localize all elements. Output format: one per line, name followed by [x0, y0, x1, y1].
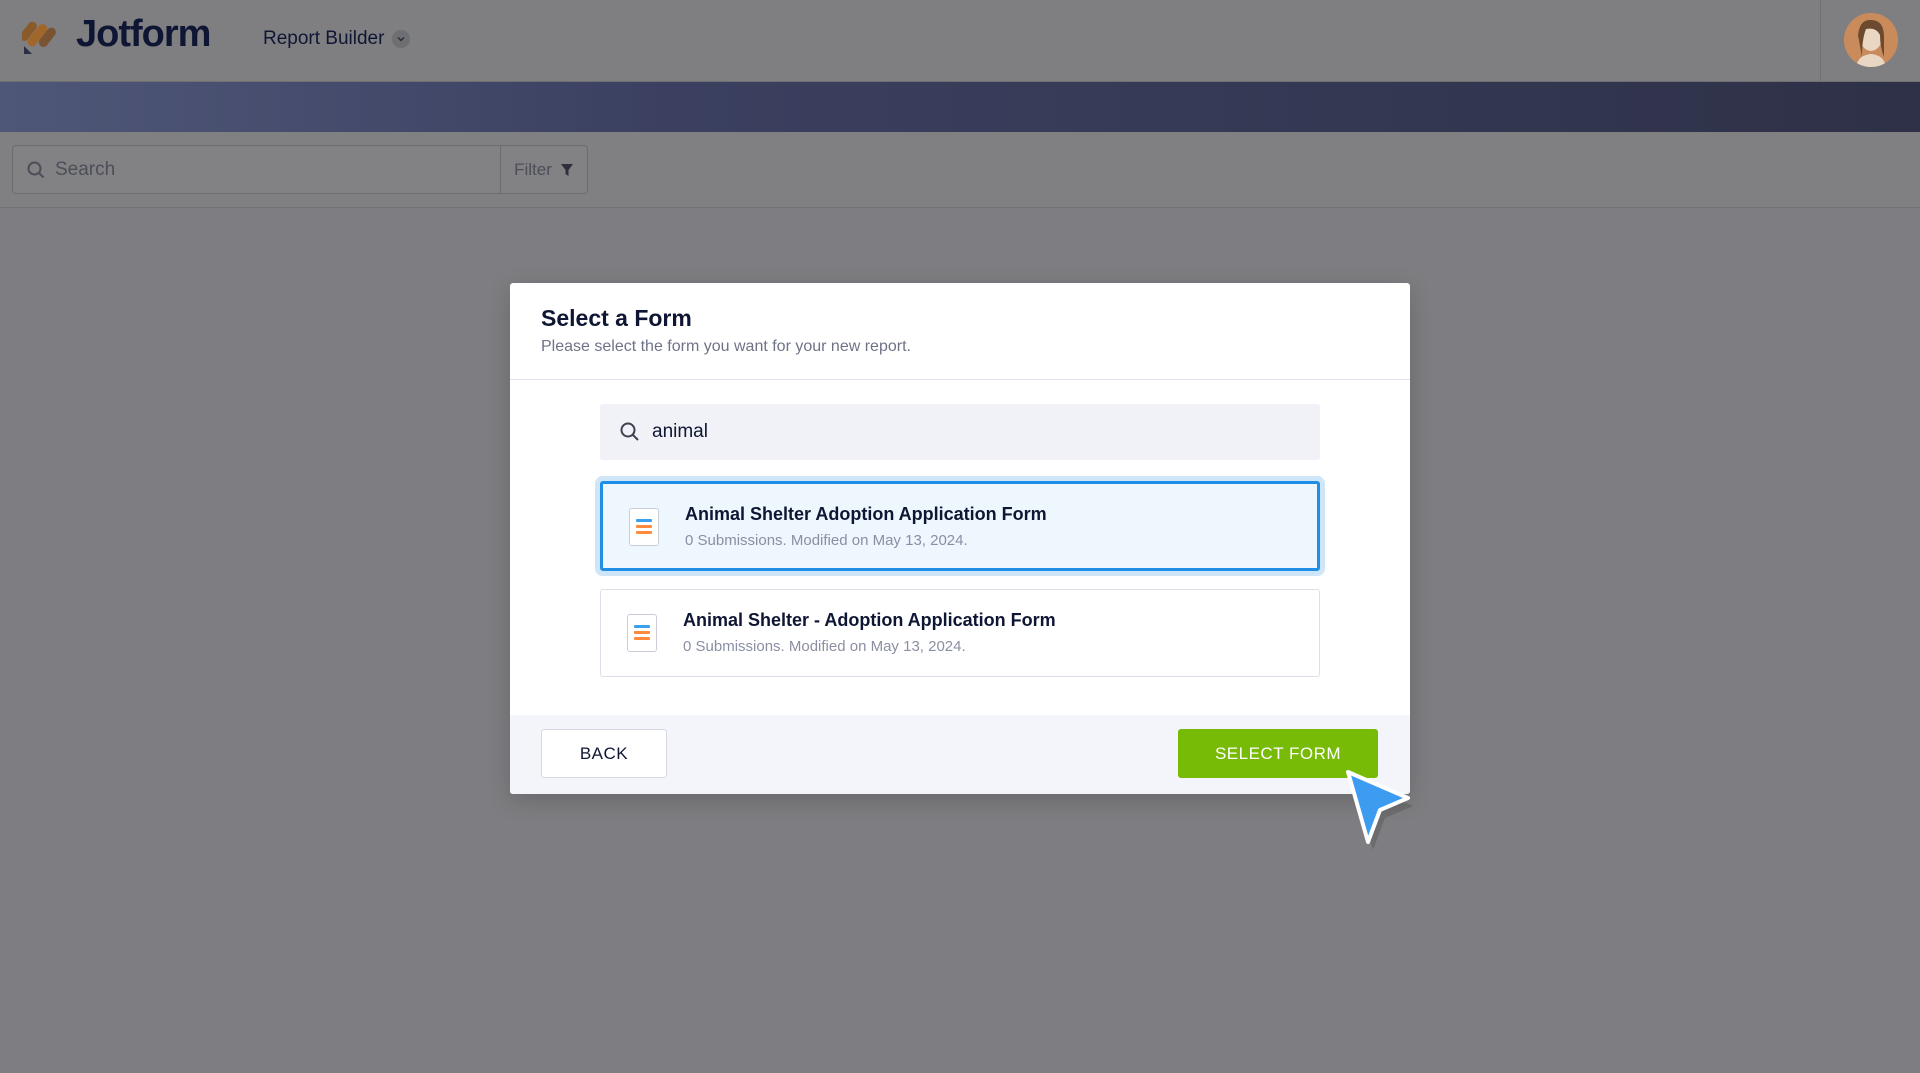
form-meta: 0 Submissions. Modified on May 13, 2024. [683, 638, 966, 655]
account-area [1820, 0, 1920, 81]
form-doc-icon [629, 508, 659, 546]
search-icon [27, 161, 45, 179]
modal-header: Select a Form Please select the form you… [510, 283, 1410, 380]
brand-name[interactable]: Jotform [76, 13, 211, 56]
avatar[interactable] [1844, 13, 1898, 67]
modal-subtitle: Please select the form you want for your… [541, 338, 911, 355]
cursor-pointer-icon [1336, 762, 1414, 854]
back-button[interactable]: BACK [541, 729, 667, 778]
search-placeholder: Search [55, 158, 116, 180]
form-title: Animal Shelter - Adoption Application Fo… [683, 610, 1056, 630]
app-switcher[interactable]: Report Builder [263, 28, 411, 50]
header-banner [0, 82, 1920, 132]
app-switcher-label: Report Builder [263, 28, 385, 49]
filter-label: Filter [514, 159, 552, 179]
search-icon [620, 422, 640, 442]
modal-footer: BACK SELECT FORM [510, 715, 1410, 794]
top-navigation-bar: Jotform Report Builder [0, 0, 1920, 82]
filter-funnel-icon [560, 163, 574, 177]
chevron-down-icon [392, 30, 411, 48]
report-search-input[interactable]: Search [12, 145, 501, 194]
jotform-logo-icon[interactable] [19, 16, 58, 56]
modal-title: Select a Form [541, 305, 692, 331]
form-list-item[interactable]: Animal Shelter - Adoption Application Fo… [600, 589, 1320, 677]
form-meta: 0 Submissions. Modified on May 13, 2024. [685, 532, 968, 549]
select-form-modal: Select a Form Please select the form you… [510, 283, 1410, 794]
form-list-item-selected[interactable]: Animal Shelter Adoption Application Form… [600, 481, 1320, 571]
form-search-input[interactable]: animal [600, 404, 1320, 460]
form-title: Animal Shelter Adoption Application Form [685, 504, 1047, 524]
filter-button[interactable]: Filter [500, 145, 588, 194]
toolbar: Search Filter [0, 132, 1920, 208]
form-search-value: animal [652, 421, 708, 442]
form-doc-icon [627, 614, 657, 652]
